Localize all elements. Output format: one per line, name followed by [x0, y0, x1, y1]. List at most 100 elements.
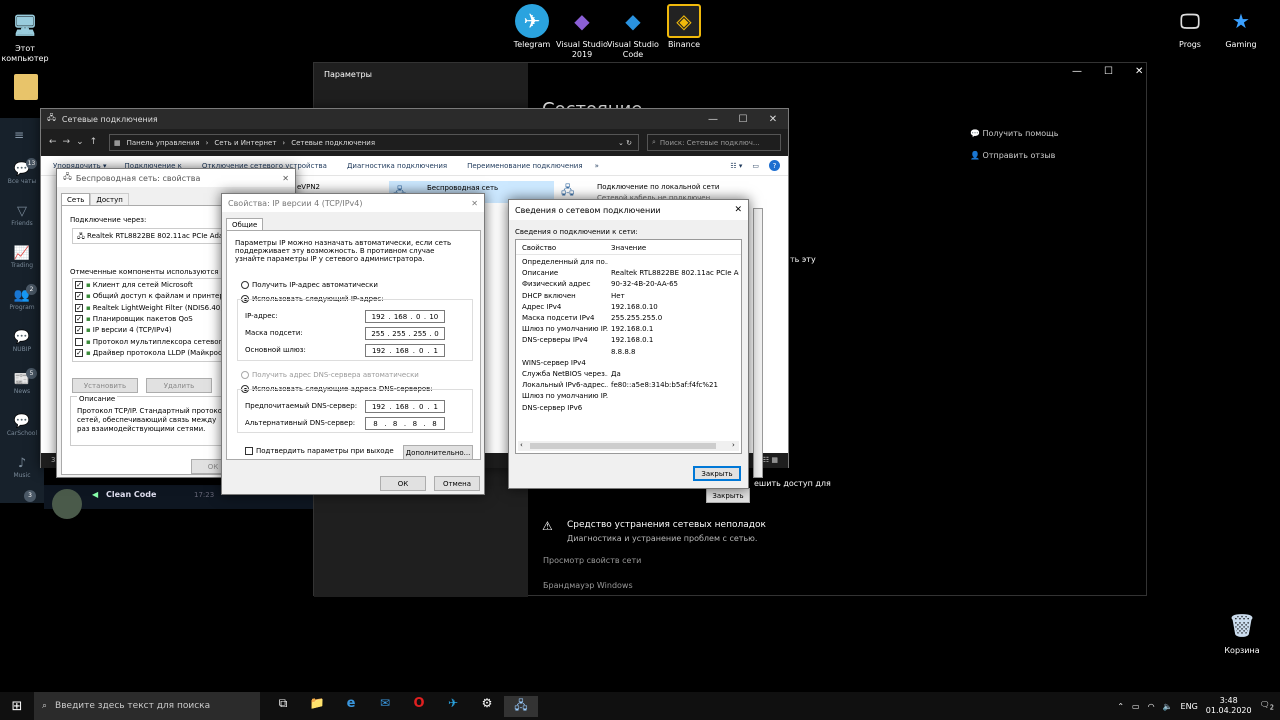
sidebar-folder-1[interactable]: ▽ Friends	[0, 200, 44, 240]
sidebar-folder-4[interactable]: 💬 NUBIP	[0, 326, 44, 366]
nav-arrows[interactable]: ←→⌄↑	[49, 137, 103, 147]
checkbox[interactable]: ✓	[75, 281, 83, 289]
search-box[interactable]: ⌕ Введите здесь текст для поиска	[34, 692, 260, 720]
close-icon[interactable]: ✕	[1135, 66, 1143, 77]
sidebar-folder-2[interactable]: 📈 Trading	[0, 242, 44, 282]
cancel-button[interactable]: Отмена	[434, 476, 480, 491]
close-icon[interactable]: ✕	[734, 205, 742, 215]
auto-dns-radio[interactable]: Получить адрес DNS-сервера автоматически	[241, 371, 419, 379]
view-icon[interactable]: ☷ ▾	[730, 162, 742, 170]
minimize-icon[interactable]: —	[698, 114, 728, 125]
advanced-button[interactable]: Дополнительно...	[403, 445, 473, 460]
install-button[interactable]: Установить	[72, 378, 138, 393]
horizontal-scrollbar[interactable]: ‹ ›	[518, 441, 739, 451]
subnet-mask-field[interactable]: 255. 255. 255. 0	[365, 327, 445, 340]
component-item[interactable]: ✓ ▪ IP версии 4 (TCP/IPv4)	[75, 326, 172, 335]
gaming-desktop-icon[interactable]: ★ Gaming	[1206, 4, 1276, 50]
sidebar-folder-3[interactable]: 👥 Program 2	[0, 284, 44, 324]
view-network-properties-link[interactable]: Просмотр свойств сети	[543, 556, 641, 565]
checkbox[interactable]	[75, 337, 83, 346]
close-button[interactable]: Закрыть	[693, 466, 741, 481]
toolbar-rename[interactable]: Переименование подключения	[467, 162, 582, 170]
sidebar-folder-0[interactable]: 💬 Все чаты 13	[0, 158, 44, 198]
component-item[interactable]: ✓ ▪ Общий доступ к файлам и принтерам	[75, 292, 231, 301]
recycle-bin-desktop-icon[interactable]: 🗑 Корзина	[1207, 610, 1277, 656]
breadcrumb-item[interactable]: Сеть и Интернет	[214, 139, 276, 147]
checkbox[interactable]: ✓	[75, 348, 83, 357]
status-close-button[interactable]: Закрыть	[706, 488, 750, 503]
breadcrumb-item[interactable]: Сетевые подключения	[291, 139, 375, 147]
forward-icon: ◀	[92, 490, 99, 499]
help-icon[interactable]: ?	[769, 160, 780, 171]
battery-icon[interactable]: ▭	[1132, 702, 1140, 711]
telegram-icon[interactable]: ✈	[436, 696, 470, 717]
dialog-title: Свойства: IP версии 4 (TCP/IPv4)	[228, 198, 363, 208]
gateway-field[interactable]: 192. 168. 0. 1	[365, 344, 445, 357]
ip-address-field[interactable]: 192. 168. 0. 10	[365, 310, 445, 323]
component-item[interactable]: ▪ Протокол мультиплексора сетевого	[75, 337, 227, 346]
this-pc-desktop-icon[interactable]: 🖥 Этот компьютер	[0, 8, 60, 64]
close-icon[interactable]: ✕	[471, 199, 478, 208]
feedback-link[interactable]: 👤 Отправить отзыв	[970, 151, 1055, 160]
auto-ip-radio[interactable]: Получить IP-адрес автоматически	[241, 281, 378, 289]
checkbox[interactable]: ✓	[75, 292, 83, 301]
edge-icon[interactable]: e	[334, 696, 368, 717]
column-header-value[interactable]: Значение	[611, 244, 646, 252]
breadcrumb[interactable]: ▦ Панель управления › Сеть и Интернет › Се…	[109, 134, 639, 151]
component-item[interactable]: ✓ ▪ Планировщик пакетов QoS	[75, 314, 193, 323]
ok-button[interactable]: ОК	[380, 476, 426, 491]
minimize-icon[interactable]: —	[1072, 66, 1082, 77]
checkbox[interactable]: ✓	[75, 326, 83, 335]
sidebar-folder-6[interactable]: 💬 CarSchool	[0, 410, 44, 450]
windows-start-icon[interactable]: ⊞	[0, 699, 34, 714]
vpn-item[interactable]: eVPN2	[297, 183, 320, 191]
remove-button[interactable]: Удалить	[146, 378, 212, 393]
components-list[interactable]: ✓ ▪ Клиент для сетей Microsoft ✓ ▪ Общий дост…	[72, 278, 232, 362]
clock[interactable]: 3:48 01.04.2020	[1206, 696, 1252, 716]
chevron-right-icon[interactable]: ›	[732, 441, 735, 449]
chevron-left-icon[interactable]: ‹	[520, 441, 523, 449]
task-view-icon[interactable]: ⧉	[266, 696, 300, 717]
component-item[interactable]: ✓ ▪ Realtek LightWeight Filter (NDIS6.40)	[75, 303, 223, 312]
troubleshooter-title[interactable]: Средство устранения сетевых неполадок	[567, 520, 766, 530]
opera-icon[interactable]: O	[402, 696, 436, 717]
details-list[interactable]: Свойство Значение Определенный для по...…	[515, 239, 742, 454]
settings-gear-icon[interactable]: ⚙	[470, 696, 504, 717]
pane-icon[interactable]: ▭	[752, 162, 759, 170]
chevron-up-icon[interactable]: ⌃	[1117, 702, 1124, 711]
notifications-icon[interactable]: 🗨2	[1260, 700, 1274, 712]
validate-checkbox[interactable]: Подтвердить параметры при выходе	[245, 447, 394, 455]
close-icon[interactable]: ✕	[758, 114, 788, 125]
checkbox[interactable]: ✓	[75, 314, 83, 323]
component-item[interactable]: ✓ ▪ Клиент для сетей Microsoft	[75, 281, 193, 289]
lan-item-title[interactable]: Подключение по локальной сети	[597, 183, 719, 191]
breadcrumb-item[interactable]: Панель управления	[127, 139, 200, 147]
sidebar-folder-5[interactable]: 📰 News 5	[0, 368, 44, 408]
view-switch-icon[interactable]: ☷ ▦	[763, 456, 778, 464]
preferred-dns-field[interactable]: 192. 168. 0. 1	[365, 400, 445, 413]
component-item[interactable]: ✓ ▪ Драйвер протокола LLDP (Майкрос	[75, 348, 222, 357]
menu-icon[interactable]: ≡	[14, 128, 24, 142]
toolbar-diagnose[interactable]: Диагностика подключения	[347, 162, 447, 170]
column-header-property[interactable]: Свойство	[522, 244, 556, 252]
maximize-icon[interactable]: ☐	[728, 114, 758, 125]
binance-desktop-icon[interactable]: ◈ Binance	[649, 4, 719, 50]
user-folder-icon[interactable]	[14, 74, 38, 100]
mail-icon[interactable]: ✉	[368, 696, 402, 717]
refresh-icon[interactable]: ⌄ ↻	[618, 139, 632, 147]
language-indicator[interactable]: ENG	[1181, 702, 1198, 711]
maximize-icon[interactable]: ☐	[1104, 66, 1113, 77]
checkbox[interactable]: ✓	[75, 303, 83, 312]
network-connections-icon[interactable]: 🖧	[504, 695, 538, 717]
toolbar-more[interactable]: »	[595, 162, 599, 170]
help-link[interactable]: 💬 Получить помощь	[970, 129, 1058, 138]
search-input[interactable]: ⌕ Поиск: Сетевые подключ...	[647, 134, 781, 151]
volume-icon[interactable]: 🔈	[1163, 702, 1173, 711]
scrollbar-thumb[interactable]	[530, 443, 716, 449]
firewall-link[interactable]: Брандмауэр Windows	[543, 581, 633, 590]
sidebar-folder-7[interactable]: ♪ Music	[0, 452, 44, 492]
wifi-icon[interactable]: ◠	[1148, 702, 1155, 711]
alternate-dns-field[interactable]: 8. 8. 8. 8	[365, 417, 445, 430]
file-explorer-icon[interactable]: 📁	[300, 696, 334, 717]
close-icon[interactable]: ✕	[282, 174, 289, 183]
